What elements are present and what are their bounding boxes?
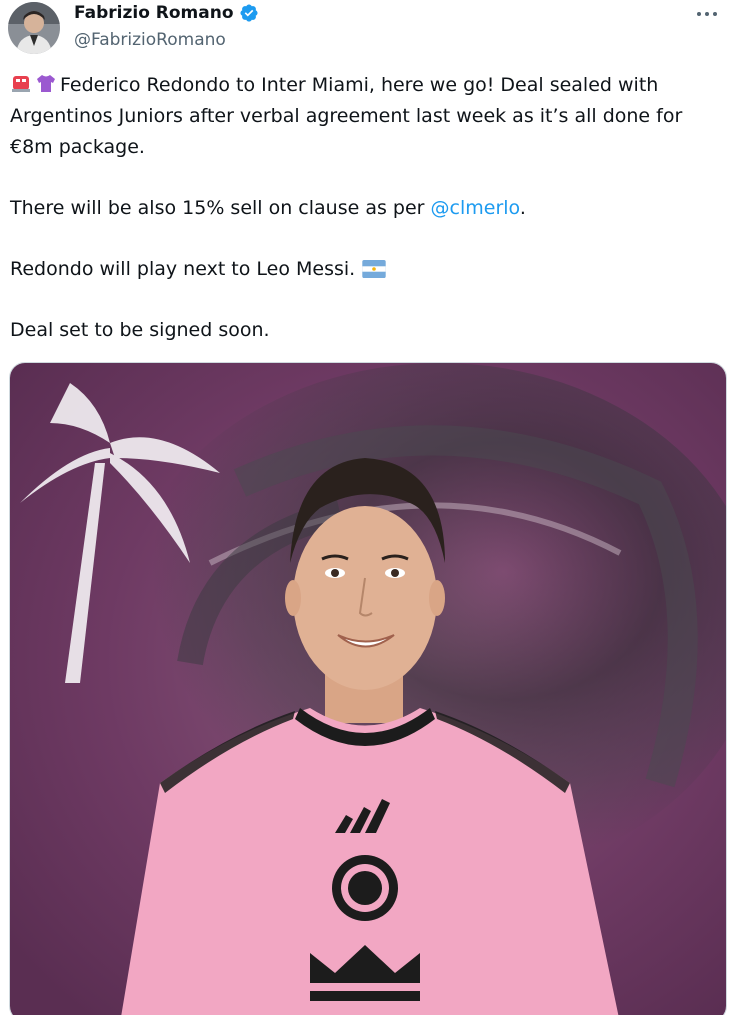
tweet-line-2-prefix: There will be also 15% sell on clause as… <box>10 197 431 219</box>
player-photo-icon <box>10 363 726 1015</box>
tweet-line-4: Deal set to be signed soon. <box>10 319 270 341</box>
police-light-emoji-icon <box>12 76 30 92</box>
tweet-text: Federico Redondo to Inter Miami, here we… <box>10 70 720 346</box>
author-avatar[interactable] <box>8 2 60 54</box>
tweet-line-3: Redondo will play next to Leo Messi. <box>10 258 356 280</box>
verified-badge-icon <box>239 4 258 22</box>
purple-shirt-emoji-icon <box>37 75 55 92</box>
tweet-line-1: Federico Redondo to Inter Miami, here we… <box>10 74 683 158</box>
tweet-media-image[interactable] <box>9 362 727 1015</box>
tweet-paragraph-3: Redondo will play next to Leo Messi. <box>10 254 720 285</box>
author-display-name[interactable]: Fabrizio Romano <box>74 2 234 24</box>
argentina-flag-emoji-icon <box>362 260 386 278</box>
mention-link[interactable]: @clmerlo <box>431 197 520 219</box>
author-handle[interactable]: @FabrizioRomano <box>74 29 226 51</box>
tweet-paragraph-2: There will be also 15% sell on clause as… <box>10 193 720 224</box>
tweet-card[interactable]: Fabrizio Romano @FabrizioRomano Federico… <box>0 0 730 1015</box>
tweet-line-2-suffix: . <box>519 197 526 219</box>
profile-photo-icon <box>8 2 60 54</box>
more-options-icon[interactable] <box>694 4 720 24</box>
tweet-paragraph-1: Federico Redondo to Inter Miami, here we… <box>10 70 720 163</box>
tweet-paragraph-4: Deal set to be signed soon. <box>10 315 720 346</box>
